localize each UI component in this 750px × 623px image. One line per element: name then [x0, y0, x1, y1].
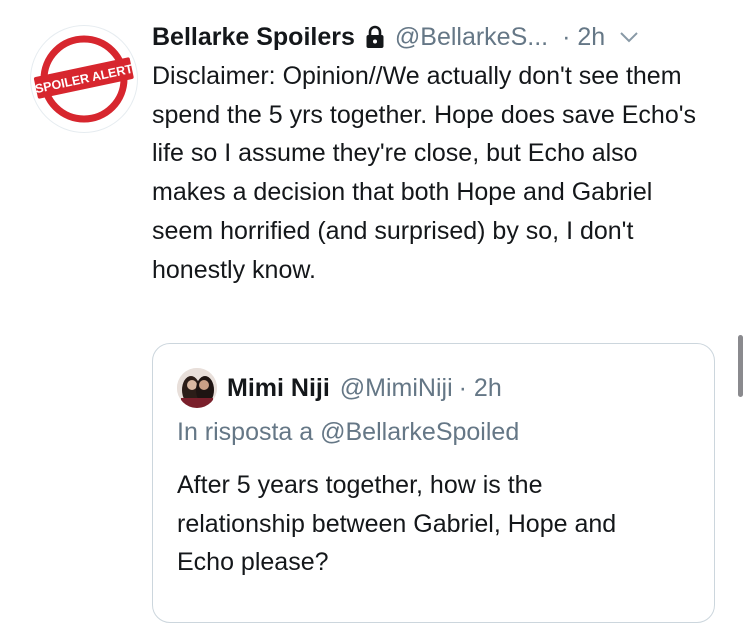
quote-header: Mimi Niji @MimiNiji · 2h [227, 370, 502, 406]
scrollbar[interactable] [738, 335, 743, 397]
tweet-header: Bellarke Spoilers @BellarkeS... · 2h [152, 20, 720, 54]
timestamp[interactable]: · 2h [562, 23, 605, 52]
tweet-text: Disclaimer: Opinion//We actually don't s… [152, 62, 697, 284]
lock-icon [365, 25, 385, 49]
chevron-down-icon[interactable] [619, 31, 639, 43]
quote-text: After 5 years together, how is the relat… [177, 471, 617, 577]
handle[interactable]: @BellarkeS... [395, 23, 548, 52]
display-name[interactable]: Bellarke Spoilers [152, 23, 355, 52]
quoted-tweet[interactable]: Mimi Niji @MimiNiji · 2h In risposta a @… [152, 343, 715, 623]
quote-timestamp[interactable]: · 2h [459, 374, 502, 403]
reply-to-label: In risposta a @BellarkeSpoiled [177, 418, 520, 446]
quote-avatar [177, 368, 217, 408]
avatar[interactable]: SPOILER ALERT [30, 25, 138, 133]
quote-handle[interactable]: @MimiNiji [340, 374, 453, 403]
quote-display-name[interactable]: Mimi Niji [227, 374, 330, 403]
spoiler-alert-logo: SPOILER ALERT [34, 35, 134, 123]
